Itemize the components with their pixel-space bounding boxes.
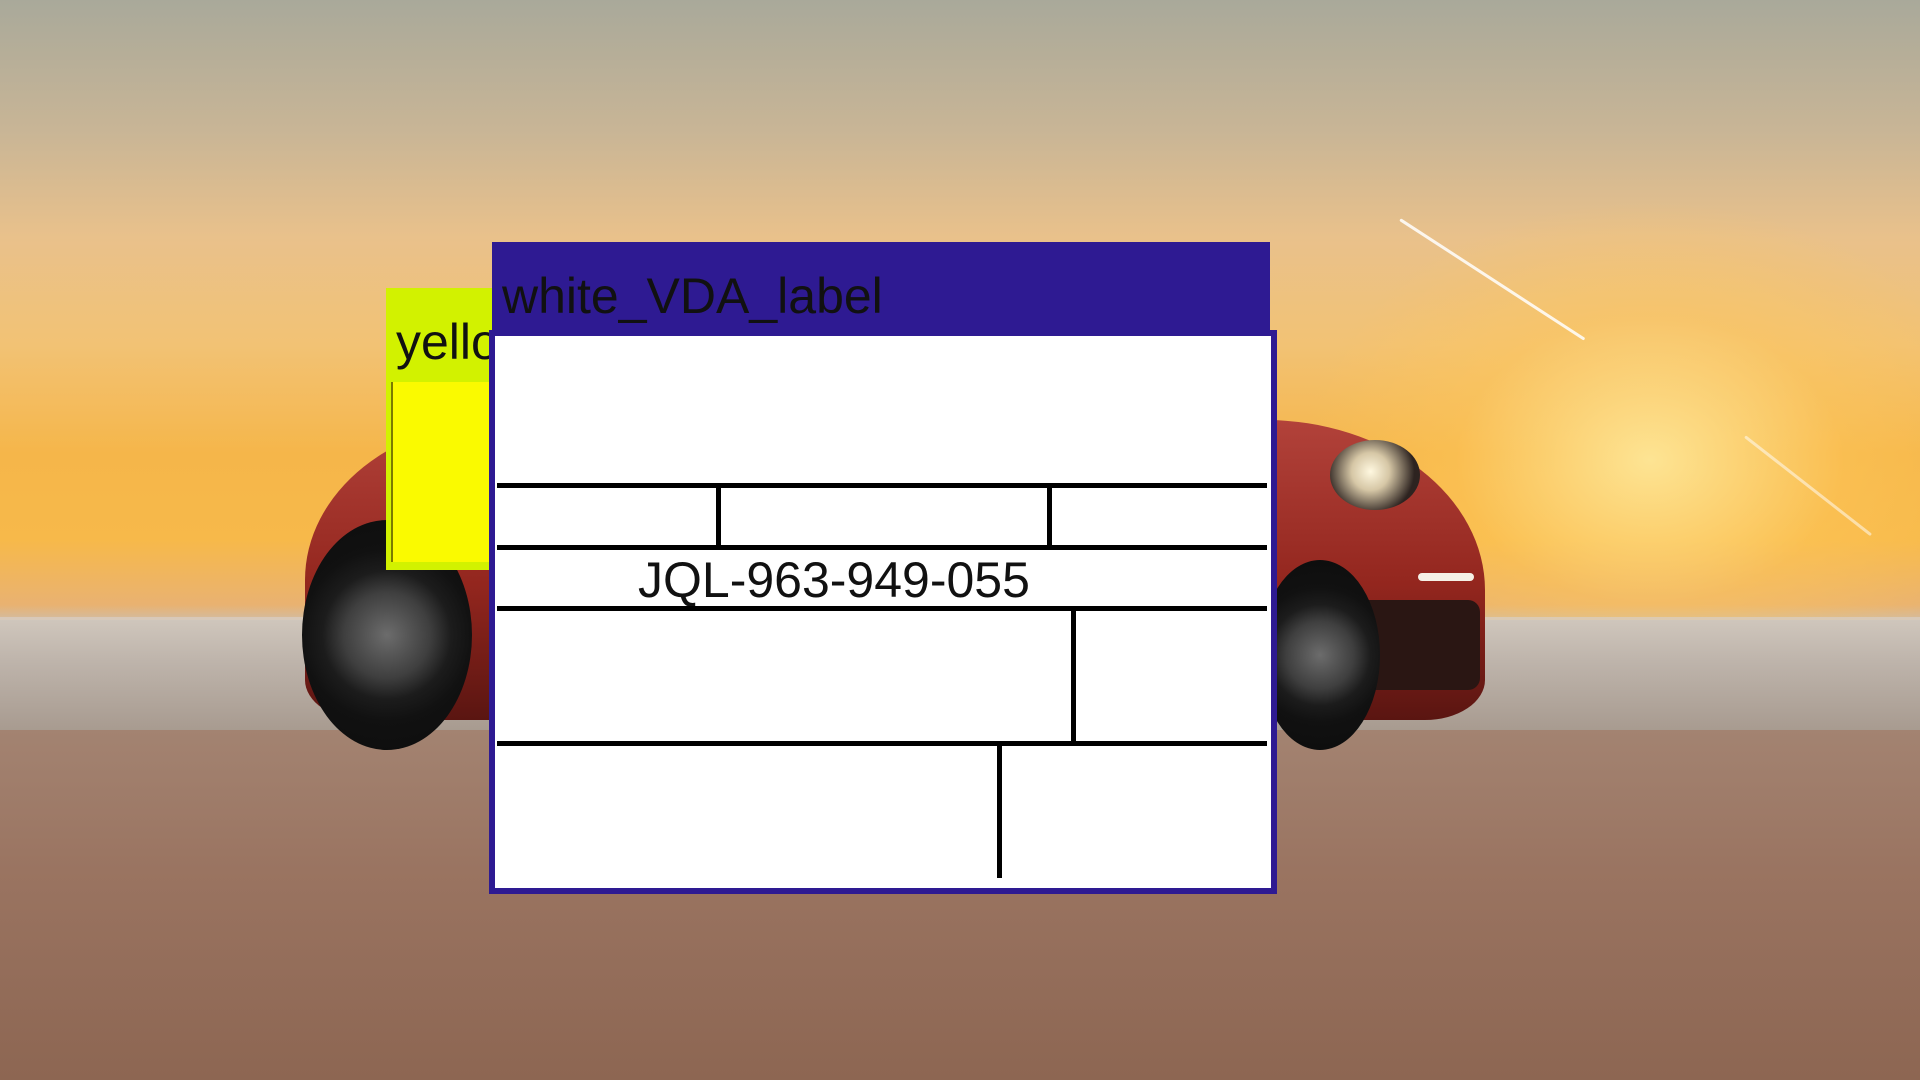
car-front-wheel (1260, 560, 1380, 750)
white-vda-label-title: white_VDA_label (502, 268, 883, 324)
label-grid-line (497, 606, 1267, 611)
label-grid-line (997, 744, 1002, 878)
label-grid-line (1071, 609, 1076, 743)
label-part-code: JQL-963-949-055 (638, 552, 1030, 608)
car-daytime-light (1418, 573, 1474, 581)
car-headlight (1330, 440, 1420, 510)
label-grid-line (497, 741, 1267, 746)
label-grid-line (497, 483, 1267, 488)
label-grid-line (1047, 486, 1052, 545)
label-grid-line (716, 486, 721, 545)
background-scene: yellow_VDA_label white_VDA_label JQL-963… (0, 0, 1920, 1080)
